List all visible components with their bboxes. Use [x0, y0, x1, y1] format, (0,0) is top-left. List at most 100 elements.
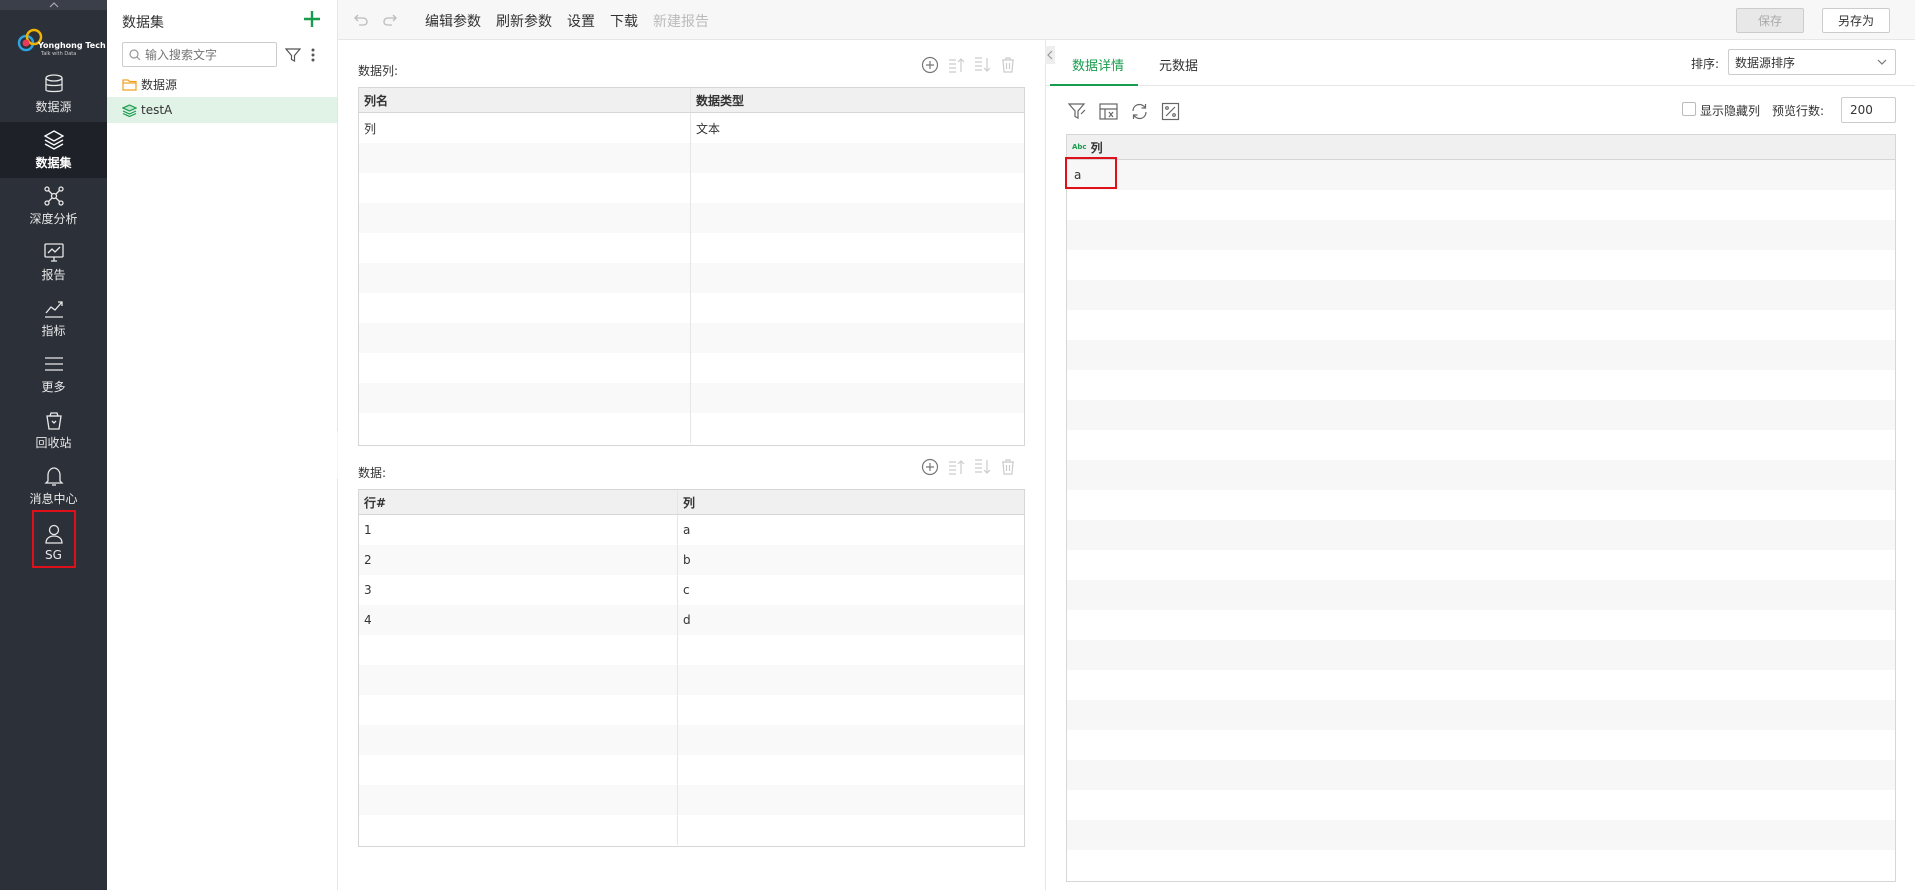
tab-data-details[interactable]: 数据详情: [1072, 55, 1124, 74]
sort-select[interactable]: 数据源排序: [1728, 49, 1896, 75]
tab-metadata[interactable]: 元数据: [1159, 55, 1198, 74]
table-row: [359, 665, 1024, 695]
bell-icon: [43, 467, 64, 486]
show-hidden-checkbox[interactable]: [1682, 102, 1696, 116]
table-row[interactable]: 1 a: [359, 515, 1024, 545]
cell-value[interactable]: c: [678, 575, 1024, 605]
data-detail-panel: 数据详情 元数据 排序: 数据源排序 显示隐藏列 预览行数: 200 Abc 列: [1045, 40, 1915, 890]
table-row: [359, 413, 1024, 443]
data-table: 行# 列 1 a 2 b 3 c 4 d: [358, 489, 1025, 847]
column-header-col[interactable]: 列: [678, 490, 1024, 514]
data-section-title: 数据:: [358, 466, 387, 480]
nav-item-datasource[interactable]: 数据源: [0, 66, 107, 122]
redo-icon[interactable]: [382, 12, 398, 28]
settings-button[interactable]: 设置: [567, 11, 595, 31]
table-row: [359, 755, 1024, 785]
formula-icon[interactable]: [1099, 102, 1118, 121]
table-row: [359, 173, 1024, 203]
cell-value[interactable]: a: [678, 515, 1024, 545]
folder-icon: [122, 78, 137, 91]
cell-row-number[interactable]: 1: [359, 515, 679, 545]
delete-icon[interactable]: [999, 56, 1017, 74]
table-row: [1067, 220, 1895, 250]
dataset-icon: [122, 103, 137, 117]
download-button[interactable]: 下载: [610, 11, 638, 31]
new-report-button[interactable]: 新建报告: [653, 11, 709, 31]
cell-row-number[interactable]: 2: [359, 545, 679, 575]
table-row[interactable]: 4 d: [359, 605, 1024, 635]
chevron-left-icon: [1047, 50, 1053, 60]
detail-table-header[interactable]: Abc 列: [1067, 135, 1895, 160]
active-tab-indicator: [1050, 84, 1138, 86]
cell-row-number[interactable]: 3: [359, 575, 679, 605]
show-hidden-label[interactable]: 显示隐藏列: [1700, 102, 1760, 119]
add-circle-icon[interactable]: [921, 458, 939, 476]
more-vertical-icon[interactable]: [309, 47, 317, 63]
move-up-icon[interactable]: [947, 56, 965, 74]
move-down-icon[interactable]: [973, 56, 991, 74]
refresh-params-button[interactable]: 刷新参数: [496, 11, 552, 31]
undo-icon[interactable]: [353, 12, 369, 28]
move-up-icon[interactable]: [947, 458, 965, 476]
nav-item-dataset[interactable]: 数据集: [0, 122, 107, 178]
nav-label: 深度分析: [29, 212, 78, 226]
column-header-row-number[interactable]: 行#: [359, 490, 679, 514]
tree-node-testA[interactable]: testA: [107, 97, 337, 123]
nav-item-messages[interactable]: 消息中心: [0, 458, 107, 514]
nav-item-report[interactable]: 报告: [0, 234, 107, 290]
save-button[interactable]: 保存: [1736, 8, 1804, 33]
edit-params-button[interactable]: 编辑参数: [425, 11, 481, 31]
nav-item-more[interactable]: 更多: [0, 346, 107, 402]
tree-node-datasource-folder[interactable]: 数据源: [107, 71, 337, 97]
tree-title: 数据集: [122, 15, 164, 31]
table-row: [1067, 640, 1895, 670]
table-row: [359, 353, 1024, 383]
nav-label: 更多: [41, 380, 66, 394]
tree-search-input[interactable]: [145, 47, 270, 62]
logo-brand-text: Yonghong Tech: [38, 41, 106, 50]
table-row: [1067, 670, 1895, 700]
sort-label: 排序:: [1691, 57, 1720, 71]
nav-label: 消息中心: [29, 492, 78, 506]
filter-icon[interactable]: [285, 47, 301, 63]
add-icon[interactable]: [303, 10, 321, 28]
column-header-name[interactable]: 列名: [359, 88, 691, 112]
table-row: [1067, 520, 1895, 550]
refresh-icon[interactable]: [1130, 102, 1149, 121]
cell-value[interactable]: d: [678, 605, 1024, 635]
tree-search-box[interactable]: [122, 42, 277, 67]
app-logo: Yonghong Tech Talk with Data: [14, 24, 106, 58]
save-as-button[interactable]: 另存为: [1822, 8, 1890, 33]
cell-value[interactable]: b: [678, 545, 1024, 575]
cell-row-number[interactable]: 4: [359, 605, 679, 635]
data-detail-table: Abc 列 a: [1066, 134, 1896, 882]
database-icon: [44, 74, 63, 93]
move-down-icon[interactable]: [973, 458, 991, 476]
nav-item-deep-analysis[interactable]: 深度分析: [0, 178, 107, 234]
delete-icon[interactable]: [999, 458, 1017, 476]
nav-item-metrics[interactable]: 指标: [0, 290, 107, 346]
table-row[interactable]: a: [1067, 160, 1895, 190]
tree-node-label: 数据源: [141, 77, 178, 92]
table-row: [1067, 820, 1895, 850]
nav-item-recycle-bin[interactable]: 回收站: [0, 402, 107, 458]
preview-rows-label: 预览行数:: [1772, 104, 1825, 118]
nav-collapse-toggle[interactable]: [0, 0, 107, 10]
preview-rows-input[interactable]: 200: [1841, 97, 1896, 123]
table-row[interactable]: 列 文本: [359, 113, 1024, 143]
table-row[interactable]: 3 c: [359, 575, 1024, 605]
table-row: [1067, 490, 1895, 520]
text-type-icon: Abc: [1072, 143, 1087, 151]
column-header-type[interactable]: 数据类型: [691, 88, 1024, 112]
chevron-up-icon: [49, 2, 58, 8]
table-row[interactable]: 2 b: [359, 545, 1024, 575]
table-row: [359, 785, 1024, 815]
columns-table-header: 列名 数据类型: [359, 88, 1024, 113]
percent-icon[interactable]: [1161, 102, 1180, 121]
report-icon: [43, 243, 64, 262]
add-circle-icon[interactable]: [921, 56, 939, 74]
detail-collapse-handle[interactable]: [1045, 46, 1055, 64]
cell-column-name[interactable]: 列: [359, 113, 691, 143]
cell-column-type[interactable]: 文本: [691, 113, 1024, 143]
filter-edit-icon[interactable]: [1068, 102, 1087, 121]
